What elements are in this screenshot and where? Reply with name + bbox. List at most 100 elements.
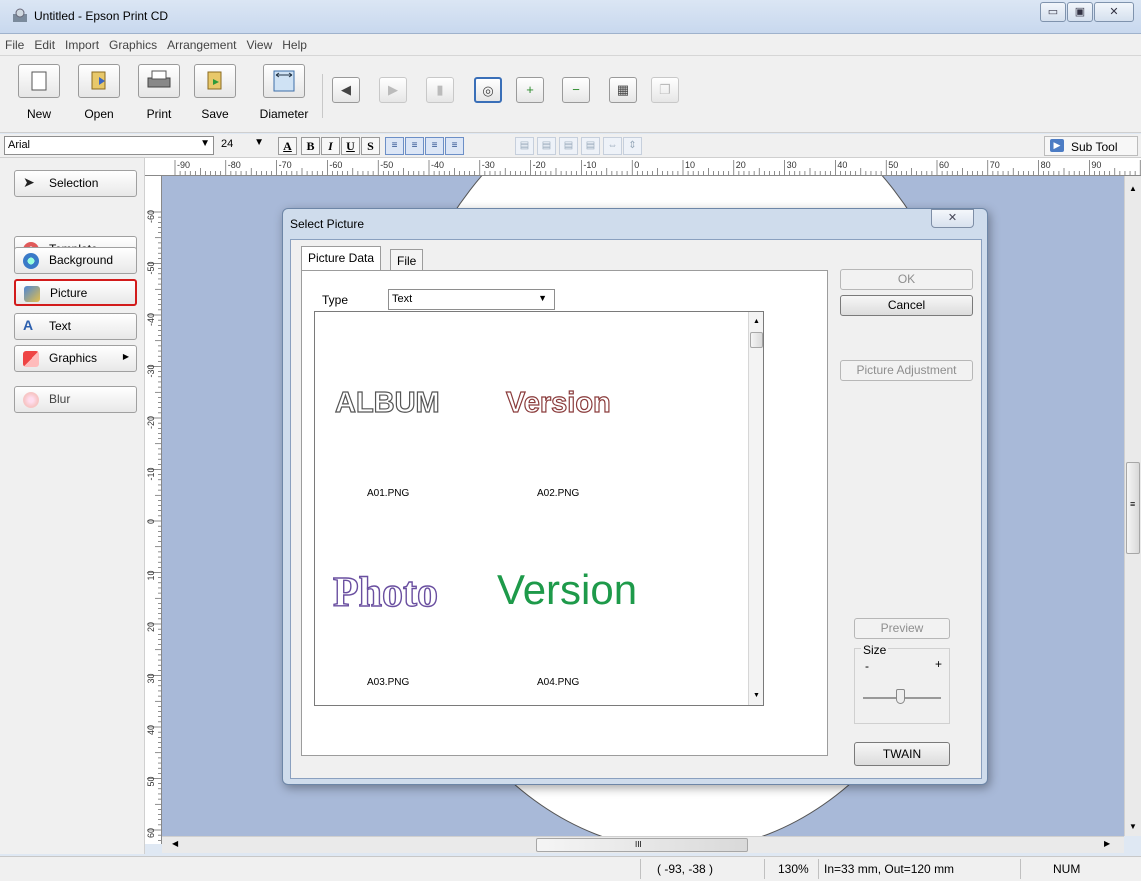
- scroll-down-icon[interactable]: ▼: [1129, 822, 1137, 831]
- save-button[interactable]: [194, 64, 236, 98]
- font-name-select[interactable]: Arial ▼: [4, 136, 214, 155]
- disc-view-button[interactable]: ◎: [474, 77, 502, 103]
- align-obj-top-button[interactable]: ▤: [537, 137, 556, 155]
- num-lock-indicator: NUM: [1053, 862, 1081, 876]
- minimize-button[interactable]: ▭: [1040, 2, 1066, 22]
- thumbnail-item[interactable]: ALBUM: [329, 372, 489, 432]
- picture-icon: [24, 286, 40, 302]
- menu-import[interactable]: Import: [60, 34, 104, 52]
- ok-button[interactable]: OK: [840, 269, 973, 290]
- align-obj-right-button[interactable]: ▤: [581, 137, 600, 155]
- thumbnail-filename: A04.PNG: [537, 677, 580, 688]
- underline-button[interactable]: U: [341, 137, 360, 155]
- blur-icon: [23, 392, 39, 408]
- horizontal-scroll-thumb[interactable]: III: [536, 838, 748, 852]
- menu-edit[interactable]: Edit: [29, 34, 60, 52]
- thumbnail-list-scrollbar[interactable]: ▲ ▼: [748, 312, 763, 705]
- maximize-button[interactable]: ▣: [1067, 2, 1093, 22]
- zoom-in-icon: +: [526, 82, 534, 97]
- chevron-down-icon: ▼: [200, 138, 210, 149]
- zoom-level: 130%: [778, 862, 809, 876]
- tool-background-button[interactable]: Background: [14, 247, 137, 274]
- size-slider-thumb[interactable]: [896, 689, 905, 704]
- font-color-button[interactable]: A: [278, 137, 297, 155]
- print-button[interactable]: [138, 64, 180, 98]
- dialog-close-button[interactable]: ✕: [931, 209, 974, 228]
- redo-button[interactable]: ▶: [379, 77, 407, 103]
- bold-button[interactable]: B: [301, 137, 320, 155]
- zoom-out-button[interactable]: −: [562, 77, 590, 103]
- align-left-button[interactable]: ≡: [385, 137, 404, 155]
- sub-tool-icon: ▶: [1050, 139, 1064, 152]
- align-right-button[interactable]: ≡: [425, 137, 444, 155]
- twain-button[interactable]: TWAIN: [854, 742, 950, 766]
- thumbnail-item[interactable]: Version: [500, 372, 680, 432]
- save-label: Save: [201, 107, 229, 121]
- distribute-h-button[interactable]: ⇔: [603, 137, 622, 155]
- ruler-label: -40: [146, 313, 156, 326]
- copy-icon: ❐: [659, 82, 671, 97]
- italic-button[interactable]: I: [321, 137, 340, 155]
- tool-text-button[interactable]: A Text: [14, 313, 137, 340]
- grip-icon: ≡: [1130, 499, 1136, 509]
- menu-help[interactable]: Help: [277, 34, 312, 52]
- type-select[interactable]: Text ▼: [388, 289, 555, 310]
- undo-button[interactable]: ◀: [332, 77, 360, 103]
- menu-bar: File Edit Import Graphics Arrangement View Hel…: [0, 34, 1141, 56]
- picture-adjustment-button[interactable]: Picture Adjustment: [840, 360, 973, 381]
- toolbar-separator: [322, 74, 323, 118]
- menu-view[interactable]: View: [241, 34, 277, 52]
- preview-button[interactable]: Preview: [854, 618, 950, 639]
- underline-icon: U: [346, 139, 355, 153]
- thumbnail-scroll-thumb[interactable]: [750, 332, 763, 348]
- open-button[interactable]: [78, 64, 120, 98]
- scroll-right-icon[interactable]: ▶: [1104, 839, 1110, 848]
- grid-icon: ▦: [616, 82, 630, 97]
- align-obj-bottom-icon: ▤: [563, 140, 574, 151]
- scroll-up-icon[interactable]: ▲: [1129, 184, 1137, 193]
- align-obj-left-button[interactable]: ▤: [515, 137, 534, 155]
- zoom-in-button[interactable]: +: [516, 77, 544, 103]
- tool-graphics-button[interactable]: Graphics ▶: [14, 345, 137, 372]
- vertical-scroll-thumb[interactable]: ≡: [1126, 462, 1140, 554]
- tool-selection-button[interactable]: ➤ Selection: [14, 170, 137, 197]
- tool-blur-button[interactable]: Blur: [14, 386, 137, 413]
- align-obj-bottom-button[interactable]: ▤: [559, 137, 578, 155]
- ruler-label: 20: [146, 622, 156, 632]
- menu-file[interactable]: File: [0, 34, 29, 52]
- font-size-select[interactable]: 24 ▼: [218, 136, 268, 155]
- align-center-button[interactable]: ≡: [405, 137, 424, 155]
- scroll-left-icon[interactable]: ◀: [172, 839, 178, 848]
- distribute-v-button[interactable]: ⇕: [623, 137, 642, 155]
- ruler-label: 40: [146, 725, 156, 735]
- diameter-button[interactable]: [263, 64, 305, 98]
- font-color-icon: A: [283, 139, 292, 153]
- vertical-scrollbar[interactable]: ▲ ≡ ▼: [1124, 176, 1141, 836]
- scroll-down-icon[interactable]: ▼: [753, 692, 760, 699]
- status-separator: [764, 859, 765, 879]
- shadow-button[interactable]: S: [361, 137, 380, 155]
- grid-button[interactable]: ▦: [609, 77, 637, 103]
- sub-tool-button[interactable]: ▶ Sub Tool: [1044, 136, 1138, 156]
- new-button[interactable]: [18, 64, 60, 98]
- menu-graphics[interactable]: Graphics: [104, 34, 162, 52]
- text-icon: A: [23, 317, 34, 333]
- select-picture-dialog: Select Picture ✕ Picture Data File Type …: [282, 208, 988, 785]
- tool-background-label: Background: [49, 253, 114, 267]
- tab-picture-data[interactable]: Picture Data: [301, 246, 382, 271]
- menu-arrangement[interactable]: Arrangement: [162, 34, 241, 52]
- thumbnail-item[interactable]: Version: [493, 558, 673, 622]
- copy-layout-button[interactable]: ❐: [651, 77, 679, 103]
- cancel-button[interactable]: Cancel: [840, 295, 973, 316]
- app-icon: [12, 8, 28, 24]
- layer-button[interactable]: ▮: [426, 77, 454, 103]
- close-button[interactable]: ✕: [1094, 2, 1134, 22]
- tab-file[interactable]: File: [390, 249, 424, 271]
- tool-picture-button[interactable]: Picture: [14, 279, 137, 306]
- thumbnail-item[interactable]: Photo: [329, 558, 489, 622]
- justify-button[interactable]: ≡: [445, 137, 464, 155]
- horizontal-scrollbar[interactable]: ◀ III ▶: [162, 836, 1124, 853]
- tool-text-label: Text: [49, 319, 72, 333]
- type-label: Type: [322, 293, 349, 307]
- scroll-up-icon[interactable]: ▲: [753, 318, 760, 325]
